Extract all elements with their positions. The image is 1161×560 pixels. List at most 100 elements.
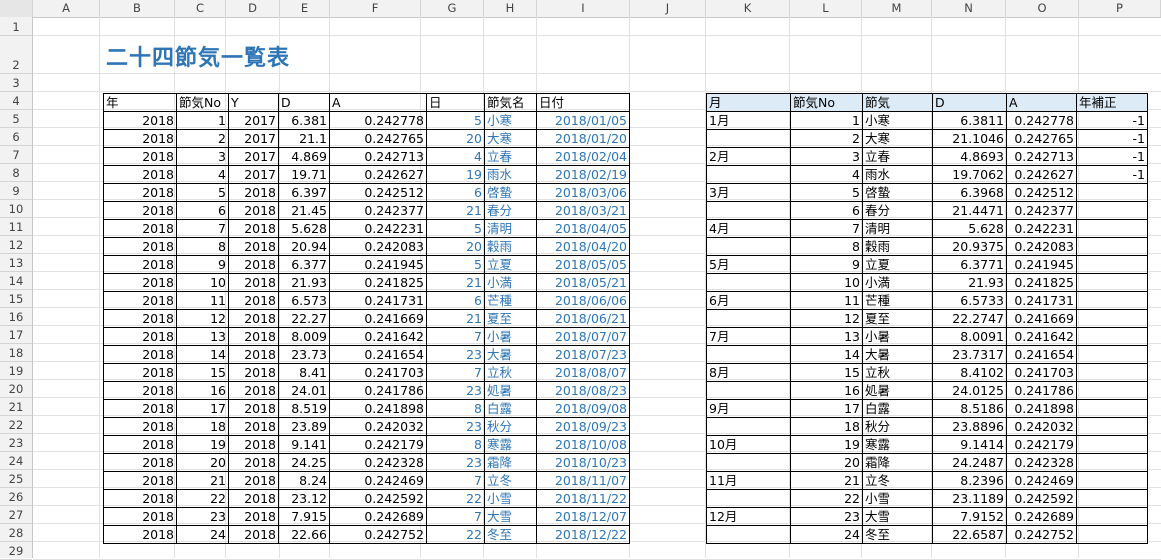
row-header-1[interactable]: 1	[0, 17, 32, 36]
table-cell[interactable]: 7	[426, 471, 485, 490]
table-cell[interactable]: 2018	[103, 219, 177, 238]
table-cell[interactable]: 5	[790, 183, 863, 202]
table-cell[interactable]: 2018	[228, 471, 279, 490]
column-header-n[interactable]: N	[932, 0, 1006, 17]
table-cell[interactable]: 2018	[103, 237, 177, 256]
table-cell[interactable]: 2018	[228, 363, 279, 382]
column-header-k[interactable]: K	[706, 0, 790, 17]
table-cell[interactable]: 5	[426, 111, 485, 130]
table-cell[interactable]: 0.242752	[1006, 525, 1077, 544]
table-cell[interactable]: 0.242231	[329, 219, 427, 238]
table-cell[interactable]: 6月	[706, 291, 791, 310]
table-cell[interactable]: 雨水	[484, 165, 537, 184]
table-cell[interactable]: 立夏	[484, 255, 537, 274]
table-cell[interactable]: 小寒	[862, 111, 933, 130]
table-cell[interactable]: 0.242377	[329, 201, 427, 220]
table-cell[interactable]: 8.4102	[932, 363, 1007, 382]
table-cell[interactable]: 2018	[228, 345, 279, 364]
row-header-27[interactable]: 27	[0, 506, 32, 524]
table-cell[interactable]: 23.89	[278, 417, 330, 436]
table-cell[interactable]: 4.8693	[932, 147, 1007, 166]
table-cell[interactable]: 2017	[228, 147, 279, 166]
table-cell[interactable]: 0.242469	[329, 471, 427, 490]
table-cell[interactable]: 大雪	[862, 507, 933, 526]
table-cell[interactable]: 10月	[706, 435, 791, 454]
table-cell[interactable]: 23.8896	[932, 417, 1007, 436]
row-header-25[interactable]: 25	[0, 470, 32, 488]
table-cell[interactable]: 9.1414	[932, 435, 1007, 454]
table-cell[interactable]: 2018	[103, 273, 177, 292]
table-cell[interactable]	[1076, 237, 1148, 256]
table-cell[interactable]: 0.242713	[329, 147, 427, 166]
table-cell[interactable]: 2018	[228, 381, 279, 400]
table-cell[interactable]	[706, 453, 791, 472]
table-cell[interactable]: 6.381	[278, 111, 330, 130]
table-cell[interactable]: 0.241898	[1006, 399, 1077, 418]
row-header-6[interactable]: 6	[0, 128, 32, 146]
table-cell[interactable]: 19	[176, 435, 229, 454]
table-cell[interactable]: 白露	[862, 399, 933, 418]
table-cell[interactable]: 0.242512	[329, 183, 427, 202]
table-cell[interactable]: 小暑	[484, 327, 537, 346]
table-cell[interactable]: 3	[176, 147, 229, 166]
table-cell[interactable]: 2018	[228, 435, 279, 454]
table-cell[interactable]: 21.93	[278, 273, 330, 292]
table-cell[interactable]: 23	[426, 345, 485, 364]
table-cell[interactable]: 2018/03/06	[536, 183, 630, 202]
table-cell[interactable]: 0.241642	[329, 327, 427, 346]
sheet-title[interactable]: 二十四節気一覧表	[106, 40, 290, 72]
table-cell[interactable]: 9	[790, 255, 863, 274]
table-cell[interactable]: 0.241642	[1006, 327, 1077, 346]
table-cell[interactable]: 6.3771	[932, 255, 1007, 274]
table-cell[interactable]: 2018	[103, 453, 177, 472]
table-cell[interactable]: 2018	[228, 255, 279, 274]
table-cell[interactable]: 19	[790, 435, 863, 454]
table-cell[interactable]: 6.397	[278, 183, 330, 202]
table-cell[interactable]: 21.1	[278, 129, 330, 148]
table-cell[interactable]: 節気	[862, 93, 933, 112]
table-cell[interactable]: 19	[426, 165, 485, 184]
table-cell[interactable]: 2018	[228, 291, 279, 310]
table-cell[interactable]: 0.241669	[329, 309, 427, 328]
table-cell[interactable]: 白露	[484, 399, 537, 418]
table-cell[interactable]: 2018/10/08	[536, 435, 630, 454]
table-cell[interactable]: 14	[176, 345, 229, 364]
table-cell[interactable]: 0.242752	[329, 525, 427, 544]
table-cell[interactable]: 9	[176, 255, 229, 274]
table-cell[interactable]: 0.241703	[329, 363, 427, 382]
table-cell[interactable]: 9月	[706, 399, 791, 418]
table-cell[interactable]: 5	[176, 183, 229, 202]
table-cell[interactable]	[706, 237, 791, 256]
table-cell[interactable]: 2018/01/20	[536, 129, 630, 148]
table-cell[interactable]: 2018	[228, 489, 279, 508]
table-cell[interactable]: 0.242765	[329, 129, 427, 148]
table-cell[interactable]: 2018	[103, 417, 177, 436]
table-cell[interactable]: 2月	[706, 147, 791, 166]
table-cell[interactable]: 8	[426, 399, 485, 418]
table-cell[interactable]: 2018	[103, 345, 177, 364]
table-cell[interactable]: 20.9375	[932, 237, 1007, 256]
column-header-h[interactable]: H	[484, 0, 537, 17]
table-cell[interactable]: 4	[426, 147, 485, 166]
table-cell[interactable]	[706, 417, 791, 436]
table-cell[interactable]: 2018/12/07	[536, 507, 630, 526]
table-cell[interactable]: 8.519	[278, 399, 330, 418]
table-cell[interactable]: 0.241731	[1006, 291, 1077, 310]
table-cell[interactable]: -1	[1076, 147, 1148, 166]
row-header-8[interactable]: 8	[0, 164, 32, 182]
table-cell[interactable]: 4月	[706, 219, 791, 238]
table-cell[interactable]: A	[329, 93, 427, 112]
column-header-e[interactable]: E	[280, 0, 330, 17]
table-cell[interactable]: 21.4471	[932, 201, 1007, 220]
table-cell[interactable]: 2018/09/08	[536, 399, 630, 418]
table-cell[interactable]: 2018	[103, 381, 177, 400]
row-header-20[interactable]: 20	[0, 380, 32, 398]
table-cell[interactable]: 6	[426, 183, 485, 202]
table-cell[interactable]: 5.628	[932, 219, 1007, 238]
table-cell[interactable]: 小寒	[484, 111, 537, 130]
table-cell[interactable]: 0.241898	[329, 399, 427, 418]
table-cell[interactable]: 2018	[228, 327, 279, 346]
table-cell[interactable]	[706, 129, 791, 148]
table-cell[interactable]: 19.7062	[932, 165, 1007, 184]
table-cell[interactable]	[1076, 327, 1148, 346]
